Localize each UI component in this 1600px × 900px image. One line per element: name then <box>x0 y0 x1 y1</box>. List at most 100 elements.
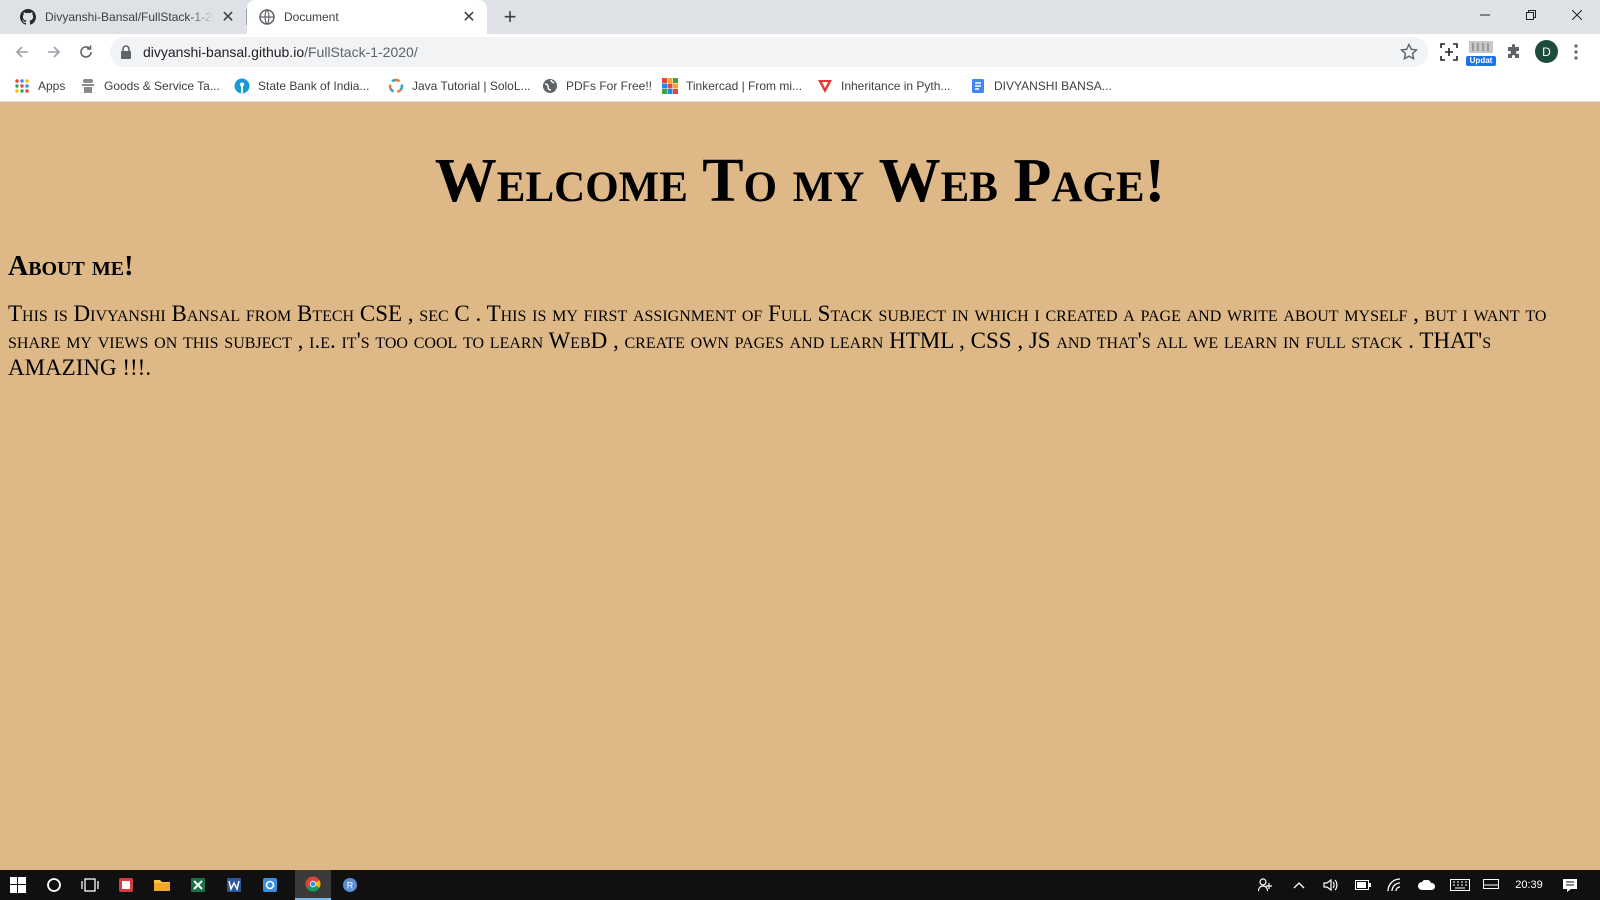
tab-title: Document <box>284 10 339 24</box>
wifi-button[interactable] <box>1382 870 1408 900</box>
close-window-button[interactable] <box>1554 0 1600 30</box>
taskbar-excel[interactable] <box>180 870 216 900</box>
search-button[interactable] <box>36 870 72 900</box>
puzzle-piece-icon <box>1508 44 1519 58</box>
web-page-content: Welcome To my Web Page! About me! This i… <box>0 102 1600 870</box>
tab-strip: Divyanshi-Bansal/FullStack-1-2020 ✕ Docu… <box>0 0 1600 34</box>
tab-document[interactable]: Document ✕ <box>247 0 487 34</box>
display-button[interactable] <box>1478 870 1504 900</box>
cortana-circle-icon <box>47 878 61 892</box>
url-path: /FullStack-1-2020/ <box>304 44 418 60</box>
bookmark-tinkercad[interactable]: Tinkercad | From mi... <box>662 76 802 96</box>
show-hidden-icons-button[interactable] <box>1286 870 1312 900</box>
page-title: Welcome To my Web Page! <box>434 147 1166 215</box>
bookmark-label: Java Tutorial | SoloL... <box>412 79 531 93</box>
chrome-menu-button[interactable] <box>1566 40 1586 64</box>
folder-icon <box>154 880 170 891</box>
bookmark-inheritance[interactable]: Inheritance in Pyth... <box>817 76 950 96</box>
monitor-icon <box>1483 879 1499 889</box>
more-vertical-icon <box>1574 44 1578 60</box>
bookmark-label: Inheritance in Pyth... <box>841 79 951 93</box>
screenshot-button[interactable] <box>1437 40 1461 64</box>
back-button[interactable] <box>8 38 36 66</box>
excel-icon <box>191 878 205 892</box>
speaker-icon <box>1323 878 1338 892</box>
bookmark-apps[interactable]: Apps <box>14 76 65 96</box>
profile-avatar-button[interactable]: D <box>1535 40 1558 63</box>
taskbar-clock[interactable]: 20:39 <box>1508 870 1550 900</box>
capture-icon <box>1440 43 1458 61</box>
chevron-up-icon <box>1293 882 1305 889</box>
battery-button[interactable] <box>1350 870 1376 900</box>
document-icon <box>970 78 986 94</box>
back-arrow-icon <box>15 46 28 58</box>
url-text: divyanshi-bansal.github.io/FullStack-1-2… <box>143 44 418 60</box>
section-heading: About me! <box>8 251 134 282</box>
url-host: divyanshi-bansal.github.io <box>143 44 305 60</box>
bookmark-label: Goods & Service Ta... <box>104 79 220 93</box>
bookmarks-bar: Apps Goods & Service Ta... State Bank of… <box>0 70 1600 102</box>
forward-button[interactable] <box>40 38 68 66</box>
taskbar-settings-app[interactable] <box>252 870 288 900</box>
task-view-button[interactable] <box>72 870 108 900</box>
close-tab-icon[interactable]: ✕ <box>461 9 477 26</box>
emblem-icon <box>80 78 96 94</box>
bookmark-label: Tinkercad | From mi... <box>686 79 803 93</box>
red-triangle-icon <box>817 78 833 94</box>
app-icon <box>119 878 133 892</box>
volume-button[interactable] <box>1318 870 1344 900</box>
people-tray-button[interactable] <box>1252 870 1278 900</box>
action-center-button[interactable] <box>1556 870 1584 900</box>
forward-arrow-icon <box>48 46 61 58</box>
chrome-icon <box>305 876 321 892</box>
task-view-icon <box>81 878 99 892</box>
restore-button[interactable] <box>1508 0 1554 30</box>
sololearn-icon <box>388 78 404 94</box>
update-badge: Updat <box>1466 56 1496 66</box>
bookmark-sbi[interactable]: State Bank of India... <box>234 76 369 96</box>
apps-grid-icon <box>14 78 30 94</box>
tinkercad-icon <box>662 78 678 94</box>
bookmark-label: PDFs For Free!! <box>566 79 653 93</box>
extensions-button[interactable] <box>1502 40 1526 64</box>
calendar-extension-icon <box>1469 41 1493 53</box>
bookmark-sololearn[interactable]: Java Tutorial | SoloL... <box>388 76 531 96</box>
bookmark-divyanshi-doc[interactable]: DIVYANSHI BANSA... <box>970 76 1112 96</box>
close-tab-icon[interactable]: ✕ <box>220 9 236 26</box>
svg-text:R: R <box>347 881 354 891</box>
windows-logo-icon <box>10 877 26 893</box>
bookmark-gst[interactable]: Goods & Service Ta... <box>80 76 220 96</box>
about-paragraph: This is Divyanshi Bansal from Btech CSE … <box>8 301 1547 380</box>
notification-icon <box>1563 878 1577 892</box>
onedrive-button[interactable] <box>1414 870 1440 900</box>
gear-icon <box>263 878 277 892</box>
taskbar-app-red[interactable] <box>108 870 144 900</box>
taskbar-app-circle[interactable]: R <box>332 870 368 900</box>
lock-icon <box>121 45 131 59</box>
tab-title: Divyanshi-Bansal/FullStack-1-2020 <box>45 10 214 24</box>
globe-icon <box>542 78 558 94</box>
touch-keyboard-button[interactable] <box>1446 870 1474 900</box>
bookmark-label: State Bank of India... <box>258 79 370 93</box>
bookmark-pdfs[interactable]: PDFs For Free!! <box>542 76 652 96</box>
reload-button[interactable] <box>72 38 100 66</box>
restore-icon <box>1526 10 1536 20</box>
address-bar[interactable]: divyanshi-bansal.github.io/FullStack-1-2… <box>110 37 1428 67</box>
minimize-button[interactable] <box>1462 0 1508 30</box>
wifi-icon <box>1387 878 1401 892</box>
taskbar-word[interactable] <box>216 870 252 900</box>
taskbar-chrome[interactable] <box>295 870 331 900</box>
taskbar-file-explorer[interactable] <box>144 870 180 900</box>
globe-icon <box>259 9 275 25</box>
start-button[interactable] <box>0 870 36 900</box>
bookmark-star-icon[interactable] <box>1400 43 1418 61</box>
new-tab-button[interactable]: + <box>498 4 522 29</box>
tab-github[interactable]: Divyanshi-Bansal/FullStack-1-2020 ✕ <box>8 0 246 34</box>
battery-icon <box>1355 880 1371 890</box>
update-extension-button[interactable]: Updat <box>1466 40 1496 66</box>
keyboard-icon <box>1450 879 1470 891</box>
close-icon <box>1572 10 1582 20</box>
browser-toolbar: divyanshi-bansal.github.io/FullStack-1-2… <box>0 34 1600 70</box>
sbi-icon <box>234 78 250 94</box>
people-icon <box>1258 878 1272 892</box>
